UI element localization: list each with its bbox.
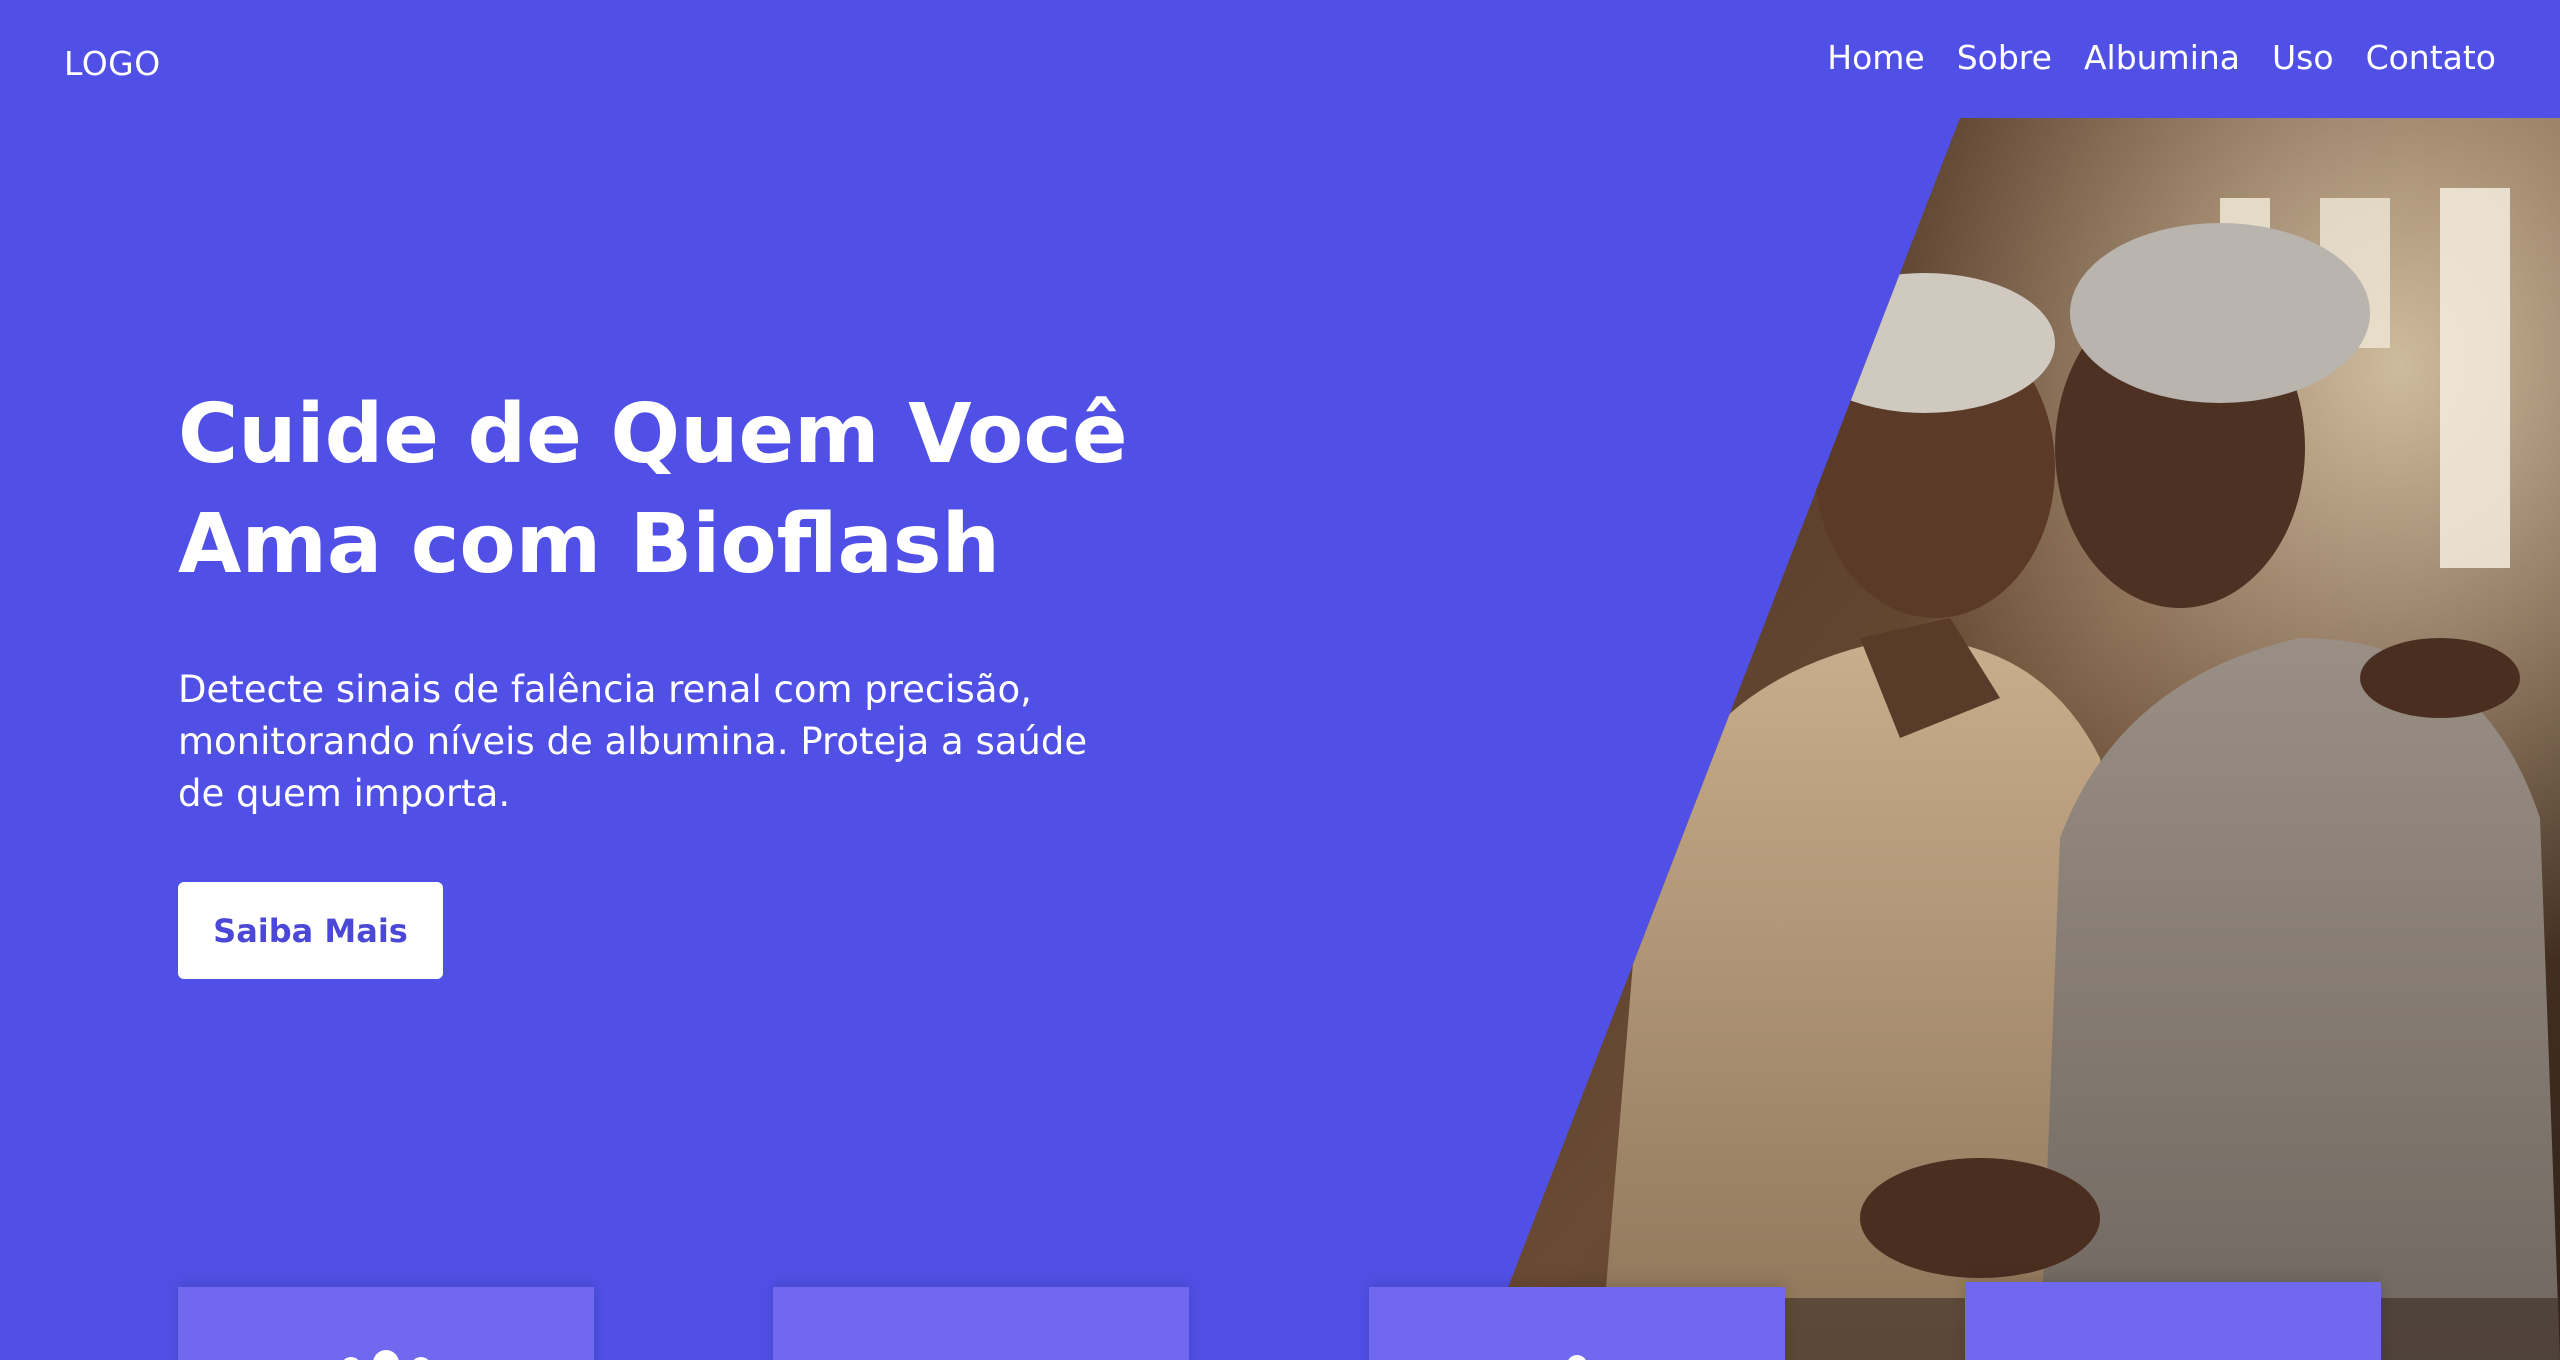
feature-card-3[interactable]	[1369, 1287, 1785, 1360]
person-icon	[1557, 1345, 1597, 1360]
feature-card-2[interactable]	[773, 1287, 1189, 1360]
group-icon	[331, 1345, 441, 1360]
hero-photo	[1480, 118, 2560, 1360]
hero-subtitle-line-1: Detecte sinais de falência renal com pre…	[178, 668, 1032, 711]
nav-albumina[interactable]: Albumina	[2084, 38, 2240, 77]
heart-icon	[2138, 1340, 2208, 1360]
chart-icon	[951, 1345, 1011, 1360]
site-header: LOGO Home Sobre Albumina Uso Contato	[0, 0, 2560, 118]
hero-subtitle-line-3: de quem importa.	[178, 772, 511, 815]
feature-card-1[interactable]	[178, 1287, 594, 1360]
feature-card-4[interactable]	[1965, 1282, 2381, 1360]
landing-page: LOGO Home Sobre Albumina Uso Contato Cui…	[0, 0, 2560, 1360]
main-nav: Home Sobre Albumina Uso Contato	[1827, 38, 2496, 77]
hero-title-line-2: Ama com Bioflash	[178, 497, 1000, 592]
hero-subtitle: Detecte sinais de falência renal com pre…	[178, 664, 1098, 820]
hero-title-line-1: Cuide de Quem Você	[178, 387, 1128, 482]
saiba-mais-button[interactable]: Saiba Mais	[178, 882, 443, 979]
logo[interactable]: LOGO	[64, 44, 161, 83]
nav-contato[interactable]: Contato	[2366, 38, 2496, 77]
nav-home[interactable]: Home	[1827, 38, 1924, 77]
hero-title: Cuide de Quem Você Ama com Bioflash	[178, 380, 1178, 600]
hero-subtitle-line-2: monitorando níveis de albumina. Proteja …	[178, 720, 1088, 763]
nav-uso[interactable]: Uso	[2272, 38, 2334, 77]
nav-sobre[interactable]: Sobre	[1957, 38, 2052, 77]
